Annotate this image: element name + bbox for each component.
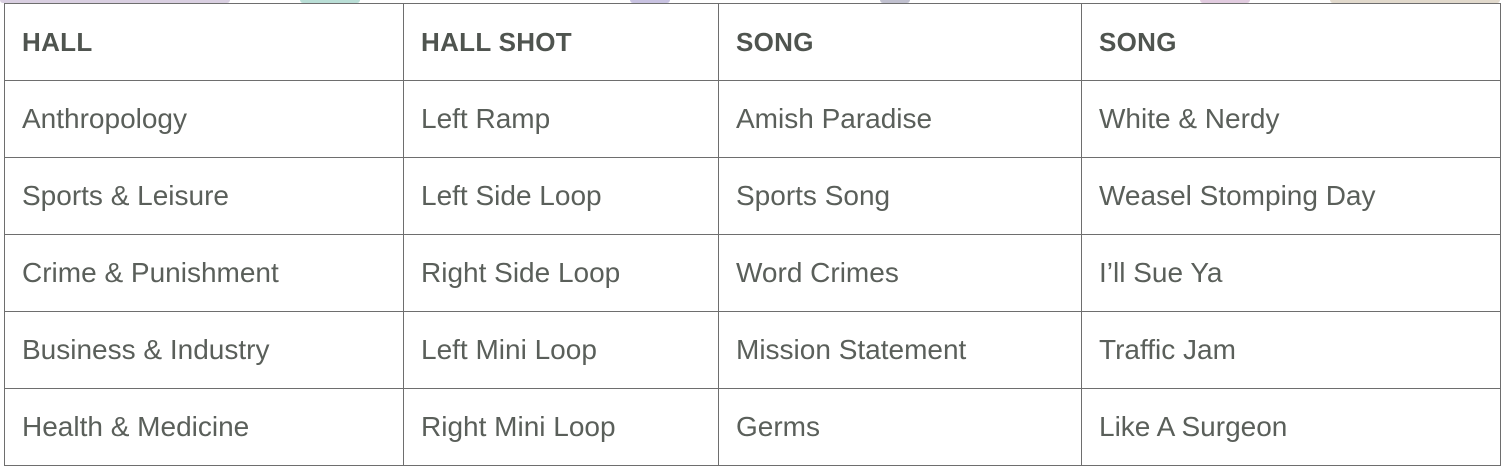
cell-hall: Business & Industry <box>4 311 404 389</box>
cell-hall: Health & Medicine <box>4 388 404 466</box>
cell-song-2: I’ll Sue Ya <box>1081 234 1501 312</box>
header-hall: HALL <box>4 3 404 81</box>
cell-hall-shot: Left Ramp <box>403 80 719 158</box>
cell-hall-shot: Left Mini Loop <box>403 311 719 389</box>
cell-hall-shot: Right Side Loop <box>403 234 719 312</box>
cell-song-2: White & Nerdy <box>1081 80 1501 158</box>
cell-song-2: Traffic Jam <box>1081 311 1501 389</box>
cell-song-1: Mission Statement <box>718 311 1082 389</box>
cell-song-1: Word Crimes <box>718 234 1082 312</box>
header-hall-shot: HALL SHOT <box>403 3 719 81</box>
header-song-2: SONG <box>1081 3 1501 81</box>
cell-song-1: Germs <box>718 388 1082 466</box>
cell-hall-shot: Left Side Loop <box>403 157 719 235</box>
table-row: Anthropology Left Ramp Amish Paradise Wh… <box>4 80 1501 158</box>
cell-song-1: Amish Paradise <box>718 80 1082 158</box>
table-row: Sports & Leisure Left Side Loop Sports S… <box>4 157 1501 235</box>
hall-song-table: HALL HALL SHOT SONG SONG Anthropology Le… <box>4 3 1501 466</box>
cell-song-2: Weasel Stomping Day <box>1081 157 1501 235</box>
table-header-row: HALL HALL SHOT SONG SONG <box>4 3 1501 81</box>
cell-hall: Anthropology <box>4 80 404 158</box>
table-row: Business & Industry Left Mini Loop Missi… <box>4 311 1501 389</box>
table-row: Crime & Punishment Right Side Loop Word … <box>4 234 1501 312</box>
cell-hall: Crime & Punishment <box>4 234 404 312</box>
cell-hall: Sports & Leisure <box>4 157 404 235</box>
table-row: Health & Medicine Right Mini Loop Germs … <box>4 388 1501 466</box>
header-song-1: SONG <box>718 3 1082 81</box>
cell-song-1: Sports Song <box>718 157 1082 235</box>
cell-hall-shot: Right Mini Loop <box>403 388 719 466</box>
cell-song-2: Like A Surgeon <box>1081 388 1501 466</box>
